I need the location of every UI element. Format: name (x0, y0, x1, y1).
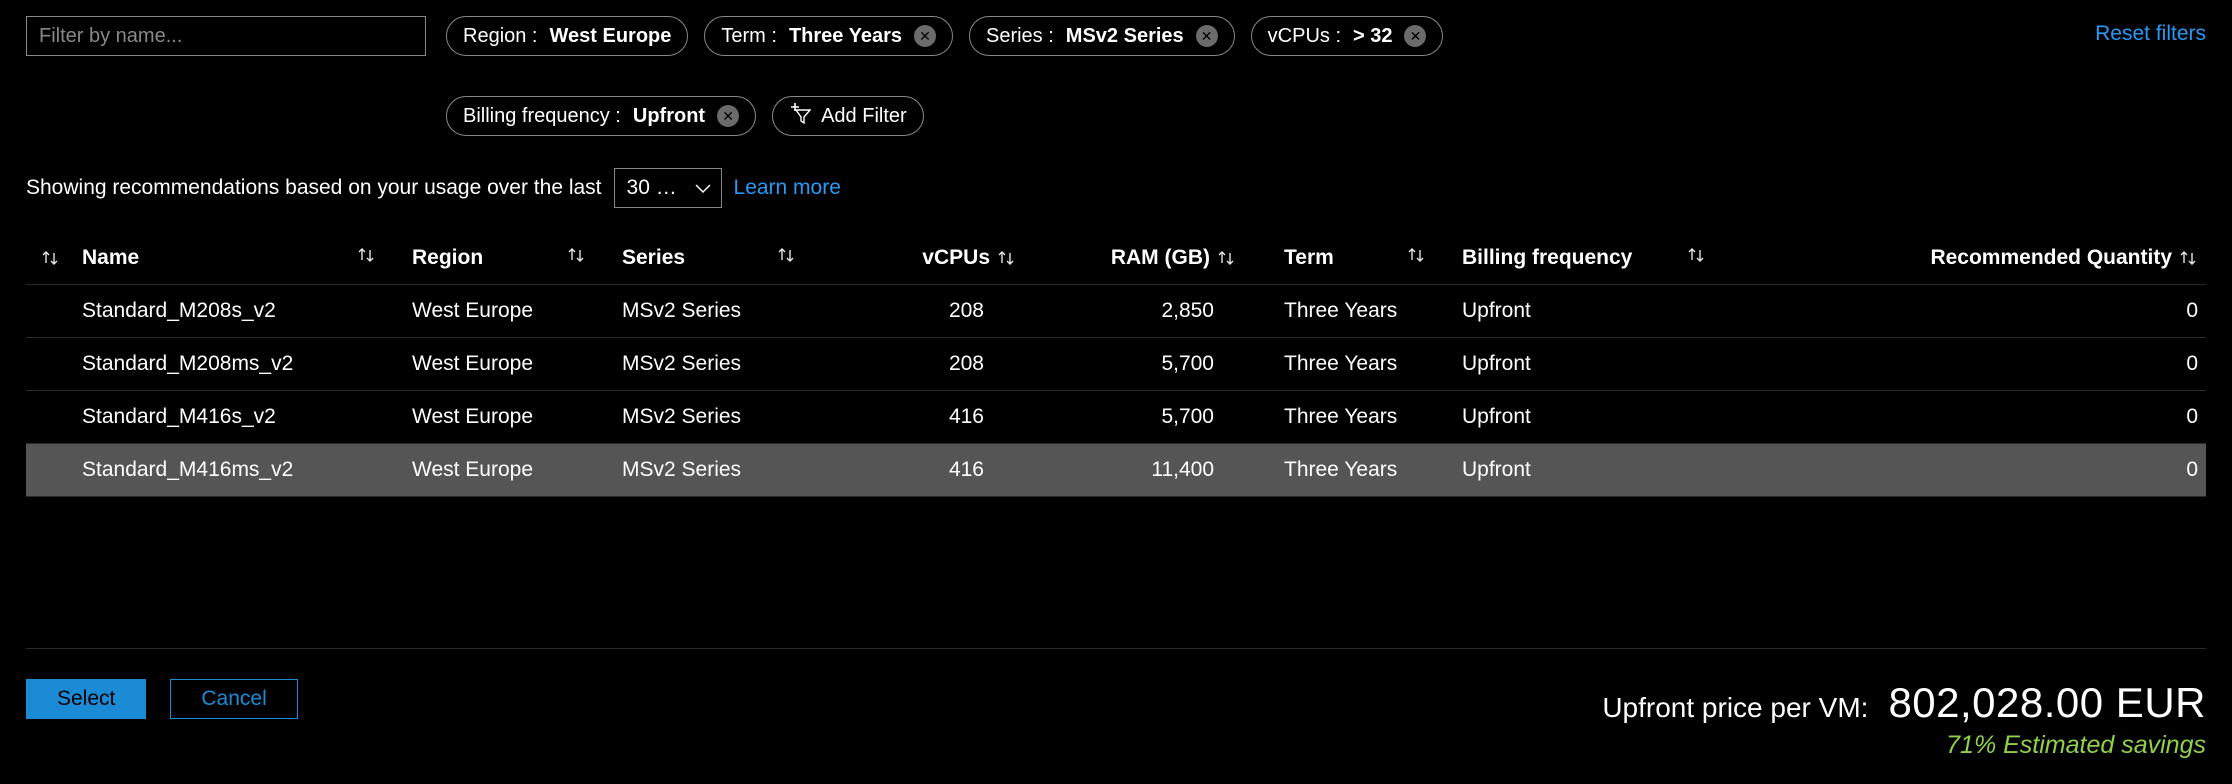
learn-more-link[interactable]: Learn more (734, 176, 841, 200)
cell-vcpus: 416 (824, 391, 1024, 444)
cell-vcpus: 416 (824, 444, 1024, 497)
cell-qty: 0 (1734, 444, 2206, 497)
cell-term: Three Years (1244, 391, 1454, 444)
filter-chip-label: vCPUs : (1268, 25, 1341, 48)
filter-chip-label: Region : (463, 25, 538, 48)
cancel-button[interactable]: Cancel (170, 679, 297, 719)
table-row[interactable]: Standard_M208ms_v2West EuropeMSv2 Series… (26, 338, 2206, 391)
col-recommended-quantity[interactable]: Recommended Quantity (1734, 236, 2206, 285)
cell-ram: 11,400 (1024, 444, 1244, 497)
col-qty-label: Recommended Quantity (1930, 246, 2172, 269)
sort-icon (996, 249, 1016, 267)
filter-chip[interactable]: Region : West Europe (446, 16, 688, 56)
col-region[interactable]: Region (404, 236, 614, 285)
cell-ram: 5,700 (1024, 391, 1244, 444)
table-row[interactable]: Standard_M208s_v2West EuropeMSv2 Series2… (26, 285, 2206, 338)
cell-series: MSv2 Series (614, 338, 824, 391)
close-icon[interactable]: ✕ (1196, 25, 1218, 47)
filter-by-name-input[interactable] (26, 16, 426, 56)
cell-region: West Europe (404, 285, 614, 338)
table-row[interactable]: Standard_M416s_v2West EuropeMSv2 Series4… (26, 391, 2206, 444)
col-vcpus[interactable]: vCPUs (824, 236, 1024, 285)
add-filter-icon (789, 102, 811, 130)
cell-name: Standard_M208ms_v2 (74, 338, 404, 391)
close-icon[interactable]: ✕ (717, 105, 739, 127)
add-filter-label: Add Filter (821, 105, 907, 128)
col-region-label: Region (412, 246, 483, 269)
col-series[interactable]: Series (614, 236, 824, 285)
cell-name: Standard_M416s_v2 (74, 391, 404, 444)
cell-term: Three Years (1244, 444, 1454, 497)
col-ram-label: RAM (GB) (1111, 246, 1210, 269)
reset-filters-link[interactable]: Reset filters (2095, 16, 2206, 46)
filter-chip-value: West Europe (550, 25, 672, 48)
usage-period-select[interactable]: 30 d… (614, 168, 722, 208)
select-button[interactable]: Select (26, 679, 146, 719)
cell-ram: 5,700 (1024, 338, 1244, 391)
estimated-savings: 71% Estimated savings (1602, 731, 2206, 760)
cell-name: Standard_M208s_v2 (74, 285, 404, 338)
col-vcpus-label: vCPUs (922, 246, 990, 269)
col-term-label: Term (1284, 246, 1334, 269)
cell-region: West Europe (404, 391, 614, 444)
close-icon[interactable]: ✕ (1404, 25, 1426, 47)
cell-billing: Upfront (1454, 285, 1734, 338)
col-ram[interactable]: RAM (GB) (1024, 236, 1244, 285)
cell-name: Standard_M416ms_v2 (74, 444, 404, 497)
col-series-label: Series (622, 246, 685, 269)
col-name-label: Name (82, 246, 139, 269)
usage-period-value: 30 d… (627, 176, 685, 200)
cell-region: West Europe (404, 338, 614, 391)
cell-region: West Europe (404, 444, 614, 497)
filter-chip-label: Term : (721, 25, 777, 48)
cell-term: Three Years (1244, 338, 1454, 391)
filter-chip[interactable]: Billing frequency : Upfront ✕ (446, 96, 756, 136)
sort-icon (356, 246, 376, 264)
filter-chip-value: Upfront (633, 105, 705, 128)
price-value: 802,028.00 EUR (1888, 679, 2206, 727)
sort-icon (2178, 249, 2198, 267)
sort-icon (1406, 246, 1426, 264)
cell-term: Three Years (1244, 285, 1454, 338)
filter-chip[interactable]: vCPUs : > 32 ✕ (1251, 16, 1444, 56)
filter-chip[interactable]: Series : MSv2 Series ✕ (969, 16, 1235, 56)
cell-qty: 0 (1734, 285, 2206, 338)
col-name[interactable]: Name (74, 236, 404, 285)
chevron-down-icon (695, 176, 711, 200)
filter-chip-value: MSv2 Series (1066, 25, 1184, 48)
recommendations-table: Name Region Series (26, 236, 2206, 497)
filter-chip-label: Series : (986, 25, 1054, 48)
filter-chip-label: Billing frequency : (463, 105, 621, 128)
cell-series: MSv2 Series (614, 391, 824, 444)
cell-vcpus: 208 (824, 285, 1024, 338)
filter-chip[interactable]: Term : Three Years ✕ (704, 16, 953, 56)
filter-chip-value: Three Years (789, 25, 902, 48)
col-term[interactable]: Term (1244, 236, 1454, 285)
sort-icon (566, 246, 586, 264)
cell-billing: Upfront (1454, 444, 1734, 497)
table-row[interactable]: Standard_M416ms_v2West EuropeMSv2 Series… (26, 444, 2206, 497)
sort-icon (1216, 249, 1236, 267)
cell-series: MSv2 Series (614, 285, 824, 338)
cell-vcpus: 208 (824, 338, 1024, 391)
add-filter-button[interactable]: Add Filter (772, 96, 924, 136)
cell-billing: Upfront (1454, 338, 1734, 391)
filter-chip-value: > 32 (1353, 25, 1392, 48)
cell-series: MSv2 Series (614, 444, 824, 497)
sort-icon (776, 246, 796, 264)
cell-qty: 0 (1734, 391, 2206, 444)
recommendation-text: Showing recommendations based on your us… (26, 176, 602, 200)
cell-ram: 2,850 (1024, 285, 1244, 338)
sort-icon[interactable] (40, 249, 60, 267)
cell-qty: 0 (1734, 338, 2206, 391)
cell-billing: Upfront (1454, 391, 1734, 444)
col-billing-label: Billing frequency (1462, 246, 1632, 269)
sort-icon (1686, 246, 1706, 264)
price-label: Upfront price per VM: (1602, 692, 1868, 724)
col-billing[interactable]: Billing frequency (1454, 236, 1734, 285)
close-icon[interactable]: ✕ (914, 25, 936, 47)
